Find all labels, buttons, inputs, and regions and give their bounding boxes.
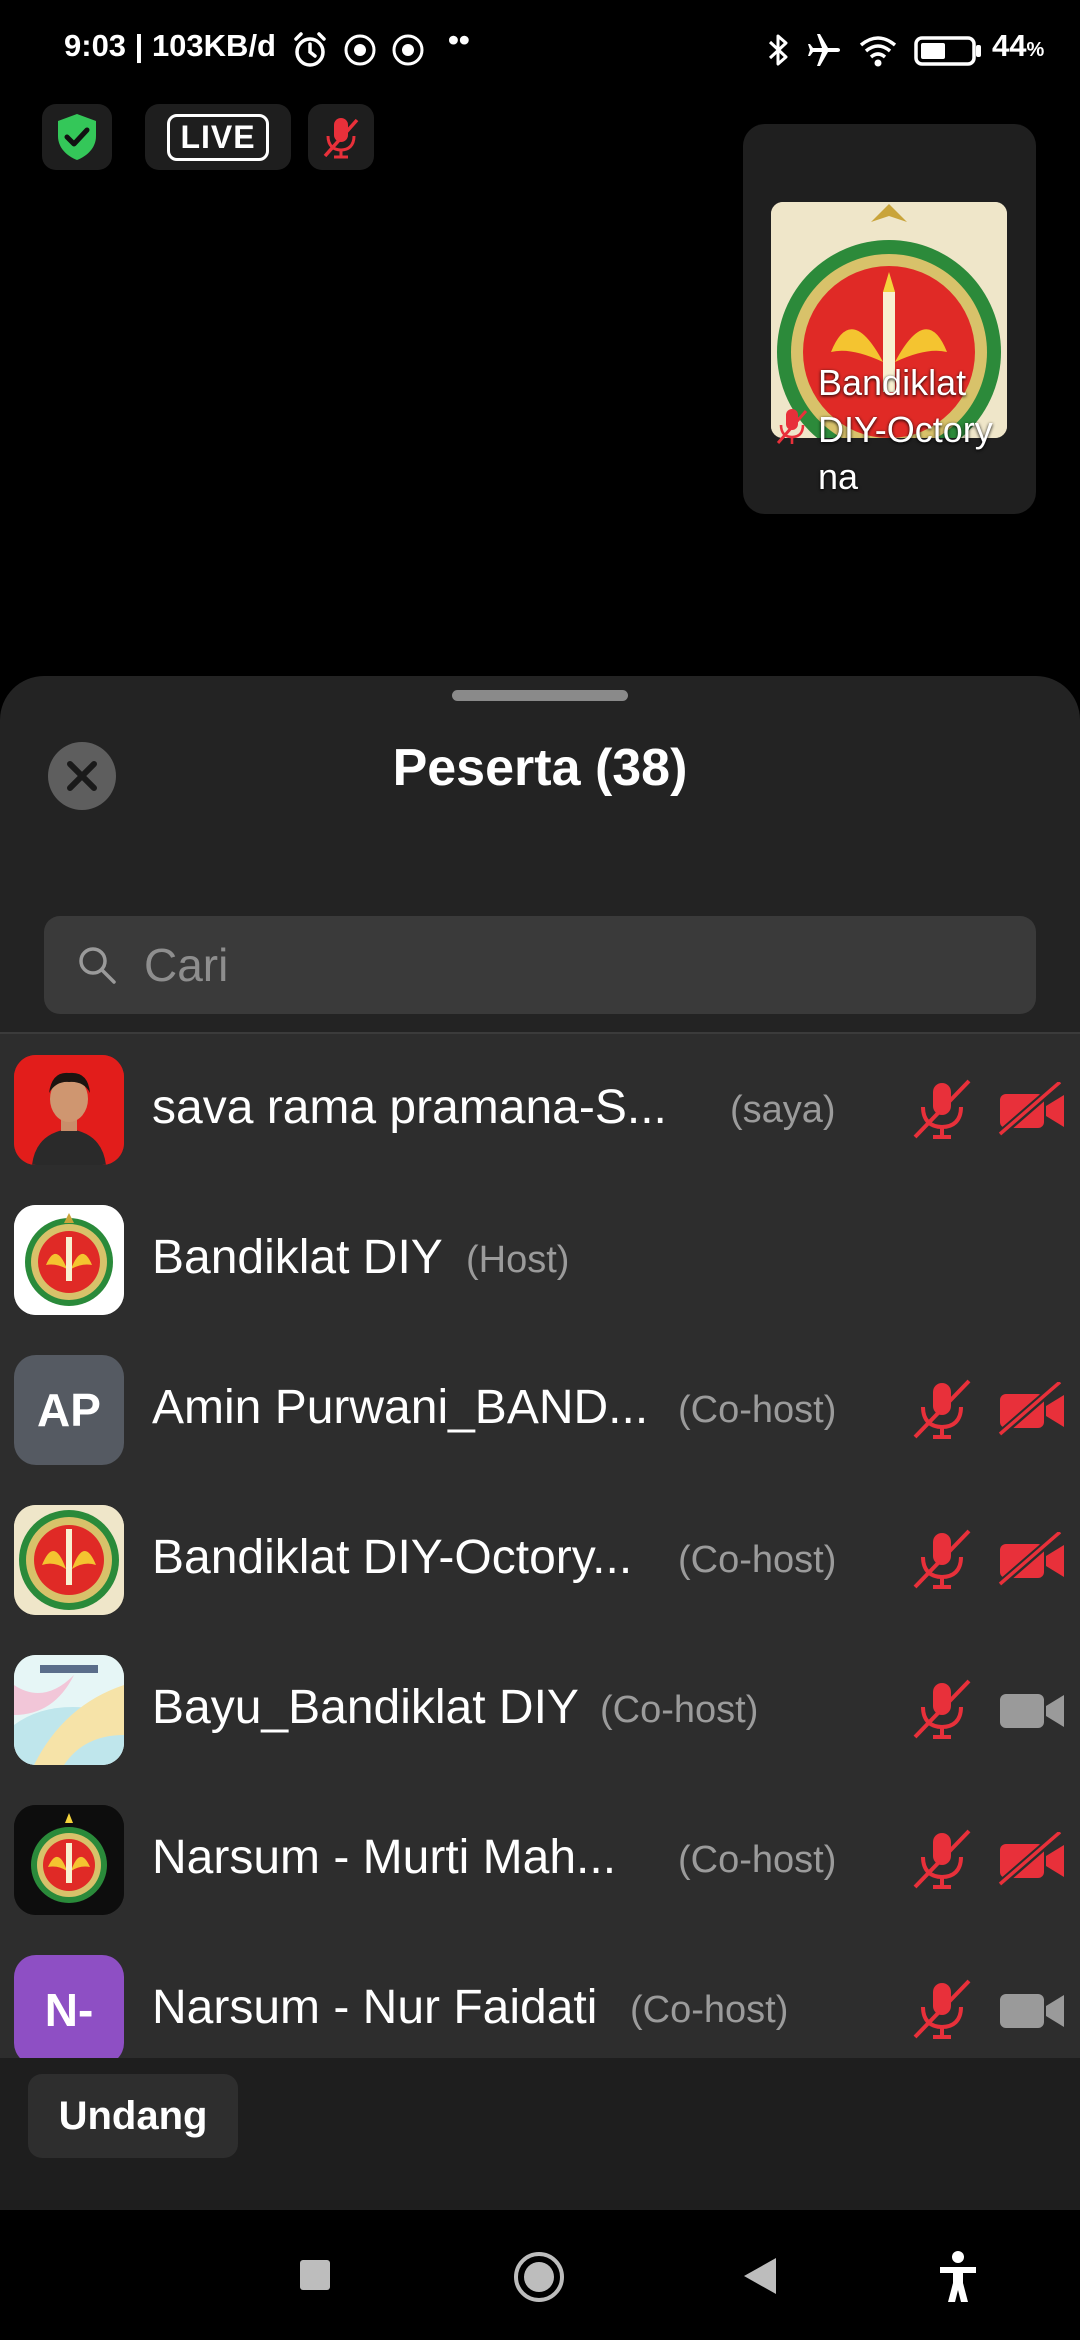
avatar xyxy=(14,1055,124,1165)
accessibility-icon[interactable] xyxy=(936,2250,980,2304)
system-navigation-bar xyxy=(0,2210,1080,2340)
camera-off-icon[interactable] xyxy=(998,1082,1068,1138)
participant-row[interactable]: Bayu_Bandiklat DIY (Co-host) xyxy=(0,1634,1080,1784)
participant-list: sava rama pramana-S... (saya) Bandiklat … xyxy=(0,1034,1080,2065)
participant-row[interactable]: sava rama pramana-S... (saya) xyxy=(0,1034,1080,1184)
participant-role: (Co-host) xyxy=(630,1989,789,2031)
participant-name: Bayu_Bandiklat DIY xyxy=(152,1681,579,1734)
host-mic-status xyxy=(308,104,374,170)
mic-off-icon[interactable] xyxy=(909,1677,975,1743)
search-icon xyxy=(79,947,116,984)
avatar: AP xyxy=(14,1355,124,1465)
search-input[interactable] xyxy=(144,938,964,992)
mic-off-icon[interactable] xyxy=(909,1377,975,1443)
participant-role: (Co-host) xyxy=(678,1839,837,1881)
status-time-speed: 9:03 | 103KB/d xyxy=(64,28,276,63)
participant-role: (Co-host) xyxy=(678,1539,837,1581)
panel-title: Peserta (38) xyxy=(392,739,688,797)
alarm-icon xyxy=(294,32,326,67)
camera-off-icon[interactable] xyxy=(998,1832,1068,1888)
live-label: LIVE xyxy=(167,113,269,161)
mic-off-icon[interactable] xyxy=(909,1527,975,1593)
app-notification-icon xyxy=(392,34,424,66)
participant-name: sava rama pramana-S... xyxy=(152,1081,667,1134)
mic-off-icon[interactable] xyxy=(909,1977,975,2043)
home-icon[interactable] xyxy=(512,2250,566,2304)
video-tile-name: Bandiklat DIY-Octory na xyxy=(818,362,993,497)
live-indicator: LIVE xyxy=(145,104,291,170)
participants-panel: Peserta (38) sava rama pramana-S... (say… xyxy=(0,676,1080,2210)
participant-row[interactable]: AP Amin Purwani_BAND... (Co-host) xyxy=(0,1334,1080,1484)
participant-role: (saya) xyxy=(730,1089,836,1131)
avatar-initials: N- xyxy=(44,1984,94,2036)
emblem-icon xyxy=(14,1505,124,1615)
video-thumbnail[interactable]: Bandiklat DIY-Octory na xyxy=(743,124,1036,514)
avatar: N- xyxy=(14,1955,124,2065)
avatar-initials: AP xyxy=(37,1384,101,1436)
security-shield-button[interactable] xyxy=(42,104,112,170)
mic-off-icon xyxy=(323,118,359,159)
camera-off-icon[interactable] xyxy=(998,1382,1068,1438)
participant-name: Bandiklat DIY-Octory... xyxy=(152,1531,633,1584)
status-bar: 9:03 | 103KB/d •• 44% xyxy=(0,0,1080,100)
participant-row[interactable]: Bandiklat DIY-Octory... (Co-host) xyxy=(0,1484,1080,1634)
participant-role: (Co-host) xyxy=(678,1389,837,1431)
participant-row[interactable]: Narsum - Murti Mah... (Co-host) xyxy=(0,1784,1080,1934)
drag-handle[interactable] xyxy=(452,690,628,701)
emblem-icon xyxy=(14,1205,124,1315)
battery-icon xyxy=(914,36,981,66)
battery-percent: 44% xyxy=(992,28,1045,63)
panel-footer: Undang xyxy=(0,2058,1080,2210)
avatar xyxy=(14,1505,124,1615)
camera-icon[interactable] xyxy=(998,1682,1068,1738)
participant-name: Bandiklat DIY xyxy=(152,1231,443,1284)
avatar xyxy=(14,1205,124,1315)
user-photo-icon xyxy=(14,1055,124,1165)
camera-off-icon[interactable] xyxy=(998,1532,1068,1588)
shield-check-icon xyxy=(58,114,96,160)
search-field[interactable] xyxy=(44,916,1036,1014)
recent-apps-icon[interactable] xyxy=(298,2258,332,2292)
mic-off-icon[interactable] xyxy=(909,1827,975,1893)
more-notifications-icon: •• xyxy=(448,22,470,57)
mic-off-icon[interactable] xyxy=(909,1077,975,1143)
participant-role: (Host) xyxy=(466,1239,570,1281)
invite-button[interactable]: Undang xyxy=(28,2074,238,2158)
participant-name: Narsum - Murti Mah... xyxy=(152,1831,617,1884)
participant-role: (Co-host) xyxy=(600,1689,759,1731)
emblem-icon xyxy=(14,1805,124,1915)
avatar xyxy=(14,1805,124,1915)
avatar xyxy=(14,1655,124,1765)
back-icon[interactable] xyxy=(742,2256,778,2296)
app-notification-icon xyxy=(344,34,376,66)
wifi-icon xyxy=(859,36,897,67)
bluetooth-icon xyxy=(768,34,788,66)
airplane-mode-icon xyxy=(808,34,840,66)
participant-row[interactable]: Bandiklat DIY (Host) xyxy=(0,1184,1080,1334)
camera-icon[interactable] xyxy=(998,1982,1068,2038)
abstract-avatar-icon xyxy=(14,1655,124,1765)
mic-off-icon xyxy=(776,409,808,444)
participant-name: Narsum - Nur Faidati xyxy=(152,1981,598,2034)
participant-name: Amin Purwani_BAND... xyxy=(152,1381,649,1434)
